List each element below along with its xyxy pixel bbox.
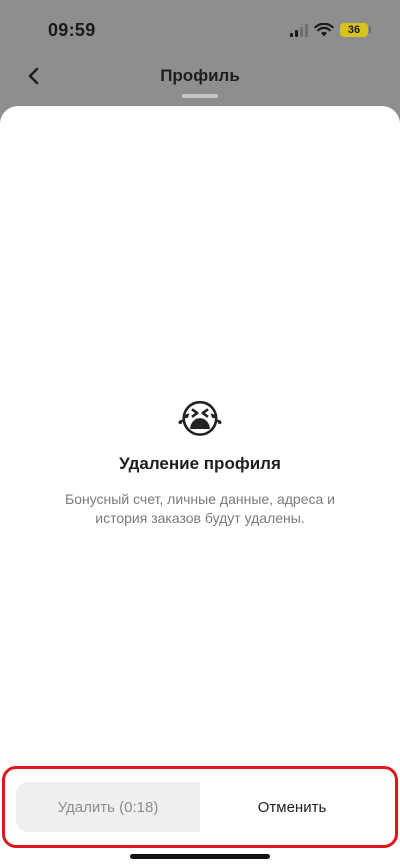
battery-level: 36 [347, 24, 361, 36]
sheet-title: Удаление профиля [119, 454, 281, 473]
status-time: 09:59 [48, 20, 96, 40]
status-bar: 09:59 36 [0, 0, 400, 56]
status-icons: 36 [290, 20, 371, 40]
sheet-description: Бонусный счет, личные данные, адреса и и… [65, 491, 335, 526]
cancel-button[interactable]: Отменить [200, 782, 384, 832]
sheet-grabber[interactable] [182, 94, 218, 98]
crying-face-icon: 😭 [176, 397, 224, 443]
action-bar: Удалить (0:18) Отменить [16, 782, 384, 832]
signal-icon [290, 23, 308, 37]
delete-button[interactable]: Удалить (0:18) [16, 782, 200, 832]
delete-profile-sheet: 😭 Удаление профиля Бонусный счет, личные… [0, 106, 400, 868]
page-title: Профиль [160, 66, 240, 85]
wifi-icon [314, 23, 334, 37]
sheet-content: 😭 Удаление профиля Бонусный счет, личные… [0, 396, 400, 528]
home-indicator [130, 854, 270, 859]
battery-icon: 36 [340, 23, 371, 37]
